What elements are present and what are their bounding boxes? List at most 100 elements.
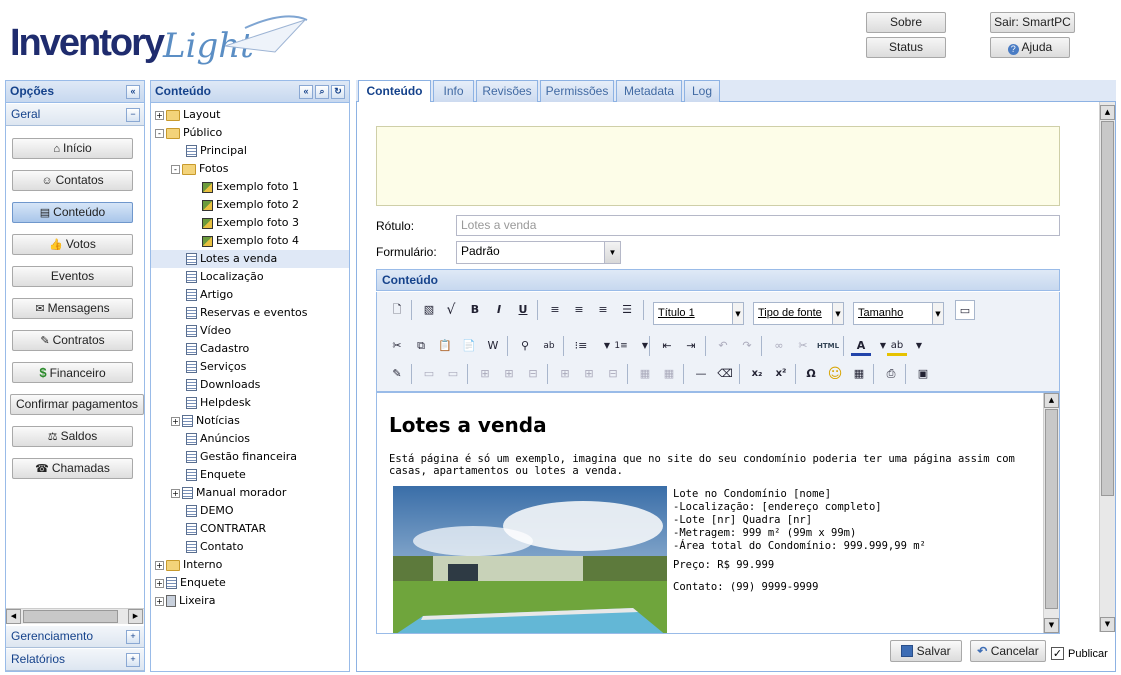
expand-icon[interactable]: + xyxy=(155,596,164,606)
bold-icon[interactable]: B xyxy=(465,300,485,320)
delete-col-icon[interactable]: ⊟ xyxy=(603,364,623,384)
main-scroll-down-arrow[interactable]: ▼ xyxy=(1100,617,1115,632)
formula-icon[interactable]: √ xyxy=(441,300,461,320)
tab-revisoes[interactable]: Revisões xyxy=(476,80,538,102)
expand-icon[interactable]: + xyxy=(155,578,164,588)
find-icon[interactable]: ⌕ xyxy=(315,85,329,99)
group-geral-header[interactable]: Geral − xyxy=(6,104,144,126)
highlight-color-icon[interactable]: ab xyxy=(887,336,907,356)
chevron-down-icon[interactable]: ▼ xyxy=(604,242,620,263)
numbered-list-chevron-icon[interactable]: ▼ xyxy=(635,336,655,356)
underline-icon[interactable]: U xyxy=(513,300,533,320)
tree-node[interactable]: + Manual morador xyxy=(151,484,349,502)
format-chevron-icon[interactable]: ▼ xyxy=(732,302,744,325)
tree-node[interactable]: + Notícias xyxy=(151,412,349,430)
logout-button[interactable]: Sair: SmartPC xyxy=(990,12,1075,33)
subscript-icon[interactable]: x₂ xyxy=(747,364,767,384)
rotulo-input[interactable]: Lotes a venda xyxy=(456,215,1060,236)
align-justify-icon[interactable]: ☰ xyxy=(617,300,637,320)
superscript-icon[interactable]: x² xyxy=(771,364,791,384)
nav-button-mensagens[interactable]: ✉ Mensagens xyxy=(12,298,133,319)
refresh-icon[interactable]: ↻ xyxy=(331,85,345,99)
tree-node[interactable]: + Interno xyxy=(151,556,349,574)
tree-node[interactable]: + Lixeira xyxy=(151,592,349,610)
find-binoculars-icon[interactable]: ⚲ xyxy=(515,336,535,356)
collapse-icon[interactable]: - xyxy=(155,128,164,138)
nav-button-financeiro[interactable]: $ Financeiro xyxy=(12,362,133,383)
nav-button-contratos[interactable]: ✎ Contratos xyxy=(12,330,133,351)
expand-gerenciamento-icon[interactable]: + xyxy=(126,630,140,644)
editor-body[interactable]: Lotes a venda Está página é só um exempl… xyxy=(376,392,1060,634)
options-hscrollbar[interactable]: ◀ ▶ xyxy=(6,608,144,624)
special-char-icon[interactable]: Ω xyxy=(801,364,821,384)
save-button[interactable]: Salvar xyxy=(890,640,962,662)
tree-node[interactable]: Helpdesk xyxy=(151,394,349,412)
size-dropdown[interactable]: Tamanho xyxy=(853,302,933,325)
main-scroll-up-arrow[interactable]: ▲ xyxy=(1100,105,1115,120)
redo-icon[interactable]: ↷ xyxy=(737,336,757,356)
tree-node[interactable]: Anúncios xyxy=(151,430,349,448)
editor-scroll-up-arrow[interactable]: ▲ xyxy=(1044,393,1059,408)
tree-node[interactable]: + Enquete xyxy=(151,574,349,592)
main-scroll-thumb[interactable] xyxy=(1101,121,1114,496)
tab-metadata[interactable]: Metadata xyxy=(616,80,682,102)
cancel-button[interactable]: ↶ Cancelar xyxy=(970,640,1046,662)
tree-node[interactable]: Localização xyxy=(151,268,349,286)
tree-node[interactable]: Reservas e eventos xyxy=(151,304,349,322)
delete-row-icon[interactable]: ⊟ xyxy=(523,364,543,384)
align-center-icon[interactable]: ≡ xyxy=(569,300,589,320)
tree-node[interactable]: Lotes a venda xyxy=(151,250,349,268)
tree-node[interactable]: Exemplo foto 2 xyxy=(151,196,349,214)
font-dropdown[interactable]: Tipo de fonte xyxy=(753,302,833,325)
insert-image-icon[interactable]: ▧ xyxy=(419,300,439,320)
fullscreen-icon[interactable]: ▣ xyxy=(913,364,933,384)
tree-node[interactable]: Vídeo xyxy=(151,322,349,340)
eraser-icon[interactable]: ⌫ xyxy=(715,364,735,384)
html-icon[interactable]: HTML xyxy=(817,336,839,356)
scroll-right-arrow[interactable]: ▶ xyxy=(128,609,143,624)
paste-word-icon[interactable]: W xyxy=(483,336,503,356)
tab-info[interactable]: Info xyxy=(433,80,474,102)
align-left-icon[interactable]: ≡ xyxy=(545,300,565,320)
status-button[interactable]: Status xyxy=(866,37,946,58)
nav-button-conteudo[interactable]: ▤ Conteúdo xyxy=(12,202,133,223)
tab-permissoes[interactable]: Permissões xyxy=(540,80,614,102)
tab-log[interactable]: Log xyxy=(684,80,720,102)
section-relatorios[interactable]: Relatórios + xyxy=(6,649,144,671)
table-cell-icon[interactable]: ▭ xyxy=(419,364,439,384)
tree-node[interactable]: DEMO xyxy=(151,502,349,520)
about-button[interactable]: Sobre xyxy=(866,12,946,33)
scroll-left-arrow[interactable]: ◀ xyxy=(6,609,21,624)
merge-cells-icon[interactable]: ▦ xyxy=(635,364,655,384)
table-merge-icon[interactable]: ▭ xyxy=(443,364,463,384)
nav-button-votos[interactable]: 👍 Votos xyxy=(12,234,133,255)
publish-checkbox[interactable]: ✓ xyxy=(1051,647,1064,660)
copy-icon[interactable]: ⧉ xyxy=(411,336,431,356)
tree-node[interactable]: + Layout xyxy=(151,106,349,124)
collapse-left-icon[interactable]: « xyxy=(126,85,140,99)
nav-button-saldos[interactable]: ⚖ Saldos xyxy=(12,426,133,447)
tree-node[interactable]: Exemplo foto 4 xyxy=(151,232,349,250)
italic-icon[interactable]: I xyxy=(489,300,509,320)
collapse-group-icon[interactable]: − xyxy=(126,108,140,122)
tree-node[interactable]: Exemplo foto 3 xyxy=(151,214,349,232)
link-icon[interactable]: ∞ xyxy=(769,336,789,356)
collapse-icon[interactable]: - xyxy=(171,164,180,174)
insert-row-icon[interactable]: ⊞ xyxy=(475,364,495,384)
text-color-icon[interactable]: A xyxy=(851,336,871,356)
tree-node[interactable]: Cadastro xyxy=(151,340,349,358)
editor-vscrollbar[interactable]: ▲ ▼ xyxy=(1043,393,1059,633)
expand-icon[interactable]: + xyxy=(155,560,164,570)
section-gerenciamento[interactable]: Gerenciamento + xyxy=(6,626,144,648)
font-chevron-icon[interactable]: ▼ xyxy=(832,302,844,325)
tree-node[interactable]: - Fotos xyxy=(151,160,349,178)
formulario-select[interactable]: Padrão ▼ xyxy=(456,241,621,264)
tree-node[interactable]: Downloads xyxy=(151,376,349,394)
undo-icon[interactable]: ↶ xyxy=(713,336,733,356)
nav-button-eventos[interactable]: Eventos xyxy=(12,266,133,287)
tree-node[interactable]: Serviços xyxy=(151,358,349,376)
tab-conteudo[interactable]: Conteúdo xyxy=(358,80,431,103)
insert-row-after-icon[interactable]: ⊞ xyxy=(499,364,519,384)
highlight-chevron-icon[interactable]: ▼ xyxy=(909,336,929,356)
format-dropdown[interactable]: Título 1 xyxy=(653,302,733,325)
